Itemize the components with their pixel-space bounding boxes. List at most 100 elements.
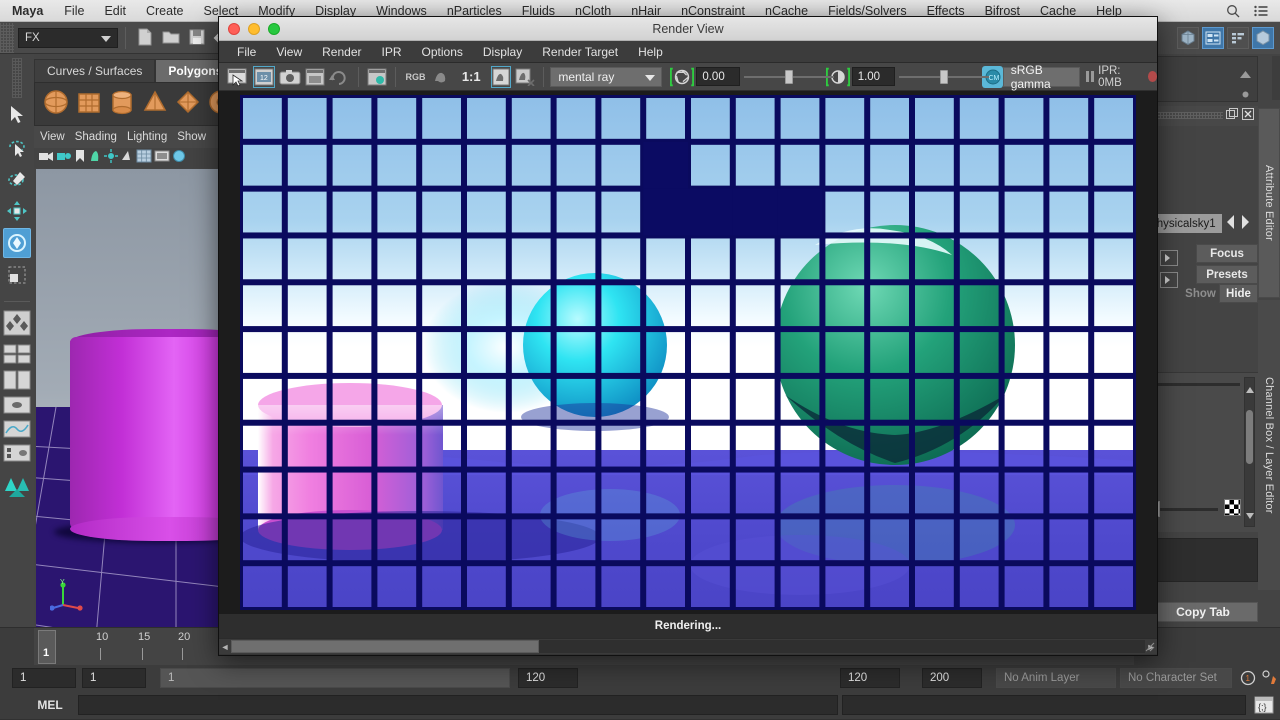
side-tab-channel-box[interactable]: Channel Box / Layer Editor (1258, 300, 1280, 590)
toolbar-grip-handle[interactable] (0, 23, 14, 53)
keep-image-icon[interactable] (491, 66, 512, 88)
shelf-tab-curves-surfaces[interactable]: Curves / Surfaces (34, 59, 155, 82)
bookmark-icon[interactable] (74, 149, 86, 168)
poly-sphere-icon[interactable] (41, 87, 71, 122)
ipr-region-icon[interactable] (366, 66, 386, 88)
viewport-menu-show[interactable]: Show (177, 131, 206, 143)
viewport-menu-lighting[interactable]: Lighting (127, 131, 167, 143)
command-line-input[interactable] (78, 695, 838, 715)
poly-cylinder-icon[interactable] (107, 87, 137, 122)
auto-key-icon[interactable]: 1 (1240, 670, 1256, 691)
menu-set-selector[interactable]: FX (18, 28, 118, 48)
tool-settings-toggle-icon[interactable] (1252, 27, 1274, 49)
scroll-left-icon[interactable]: ◄ (219, 640, 231, 654)
character-set-selector[interactable]: No Character Set (1120, 668, 1232, 688)
move-tool-icon[interactable] (3, 196, 31, 226)
renderer-selector[interactable]: mental ray (550, 67, 661, 87)
layout-outliner-persp-icon[interactable] (3, 394, 31, 416)
viewport-cylinder-body[interactable] (70, 337, 226, 529)
refresh-icon[interactable] (329, 66, 349, 88)
spin-up-icon[interactable] (1240, 65, 1251, 83)
shadows-icon[interactable] (120, 149, 134, 168)
four-view-layout-icon[interactable] (3, 306, 31, 340)
list-menu-icon[interactable] (1254, 5, 1268, 17)
range-slider-bar[interactable]: 1 (160, 668, 510, 688)
menubar-item-edit[interactable]: Edit (94, 4, 136, 18)
camera-attributes-icon[interactable] (56, 149, 72, 168)
scale-tool-icon[interactable] (3, 260, 31, 290)
snapshot-camera-icon[interactable] (279, 66, 301, 88)
rendered-image[interactable] (240, 95, 1136, 610)
range-start-field[interactable]: 1 (12, 668, 76, 688)
right-panel-splitter[interactable] (1272, 56, 1280, 100)
scroll-down-icon[interactable] (1246, 506, 1254, 524)
xray-mode-icon[interactable] (172, 149, 186, 168)
animation-preferences-icon[interactable] (1262, 670, 1278, 691)
rv-menu-options[interactable]: Options (412, 45, 473, 59)
render-view-titlebar[interactable]: Render View (219, 17, 1157, 41)
select-tool-icon[interactable] (3, 100, 31, 130)
film-gate-icon[interactable] (154, 149, 170, 168)
rv-menu-render-target[interactable]: Render Target (532, 45, 628, 59)
render-sequence-icon[interactable]: 12 (253, 66, 275, 88)
copy-tab-button[interactable]: Copy Tab (1148, 602, 1258, 622)
poly-cube-icon[interactable] (74, 87, 104, 122)
expand-left-icon[interactable] (1160, 250, 1178, 266)
expand-right-icon[interactable] (1160, 272, 1178, 288)
rv-menu-help[interactable]: Help (628, 45, 673, 59)
remove-image-icon[interactable] (515, 66, 535, 88)
command-response-field[interactable] (842, 695, 1246, 715)
image-plane-icon[interactable] (88, 149, 102, 168)
rail-grip-handle[interactable] (12, 58, 22, 98)
ipr-render-icon[interactable] (305, 66, 325, 88)
rgb-channel-label[interactable]: RGB (402, 72, 430, 82)
two-sided-lighting-icon[interactable] (104, 149, 118, 168)
exposure-aperture-icon[interactable] (670, 66, 694, 88)
attribute-notes-field[interactable] (1148, 538, 1258, 582)
show-button[interactable]: Show (1182, 284, 1219, 303)
rv-menu-file[interactable]: File (227, 45, 266, 59)
menubar-item-file[interactable]: File (54, 4, 94, 18)
script-editor-icon[interactable]: {;} (1254, 695, 1274, 720)
attribute-value-track[interactable] (1152, 508, 1218, 511)
layout-graph-editor-icon[interactable] (3, 418, 31, 440)
rv-menu-view[interactable]: View (266, 45, 312, 59)
poly-cone-icon[interactable] (140, 87, 170, 122)
viewport-menu-view[interactable]: View (40, 131, 65, 143)
lasso-tool-icon[interactable] (3, 132, 31, 162)
scrollbar-track[interactable] (231, 640, 1145, 653)
render-view-window[interactable]: Render View File View Render IPR Options… (218, 16, 1158, 656)
new-scene-icon[interactable] (135, 27, 157, 49)
alpha-channel-icon[interactable] (432, 66, 452, 88)
focus-button[interactable]: Focus (1196, 244, 1258, 263)
rv-menu-render[interactable]: Render (312, 45, 371, 59)
open-scene-icon[interactable] (161, 27, 183, 49)
range-end-field[interactable]: 1 (82, 668, 146, 688)
layout-hypershade-icon[interactable] (3, 442, 31, 464)
presets-button[interactable]: Presets (1196, 265, 1258, 284)
range-max-field[interactable]: 120 (518, 668, 578, 688)
previous-node-icon[interactable] (1226, 214, 1236, 235)
layout-single-persp-icon[interactable] (3, 342, 31, 366)
hide-button[interactable]: Hide (1219, 284, 1258, 303)
save-scene-icon[interactable] (187, 27, 209, 49)
render-region-icon[interactable] (227, 66, 249, 88)
total-end-field[interactable]: 200 (922, 668, 982, 688)
undock-panel-icon[interactable] (1226, 107, 1238, 125)
poly-plane-icon[interactable] (173, 87, 203, 122)
anim-end-field[interactable]: 120 (840, 668, 900, 688)
resize-grip-icon[interactable] (1143, 640, 1155, 652)
select-camera-icon[interactable] (38, 149, 54, 168)
menubar-item-create[interactable]: Create (136, 4, 194, 18)
scrollbar-thumb[interactable] (231, 640, 539, 653)
side-tab-attribute-editor[interactable]: Attribute Editor (1258, 108, 1280, 298)
attribute-editor-toggle-icon[interactable] (1202, 27, 1224, 49)
exposure-value-field[interactable]: 0.00 (696, 67, 739, 86)
close-panel-icon[interactable] (1242, 107, 1254, 125)
attribute-editor-scrollbar[interactable] (1244, 377, 1255, 527)
gamma-slider-thumb[interactable] (940, 70, 948, 84)
panel-grip-handle[interactable] (1151, 112, 1223, 119)
paint-select-tool-icon[interactable] (3, 164, 31, 194)
stop-ipr-icon[interactable] (1148, 71, 1157, 82)
scroll-up-icon[interactable] (1246, 380, 1254, 398)
